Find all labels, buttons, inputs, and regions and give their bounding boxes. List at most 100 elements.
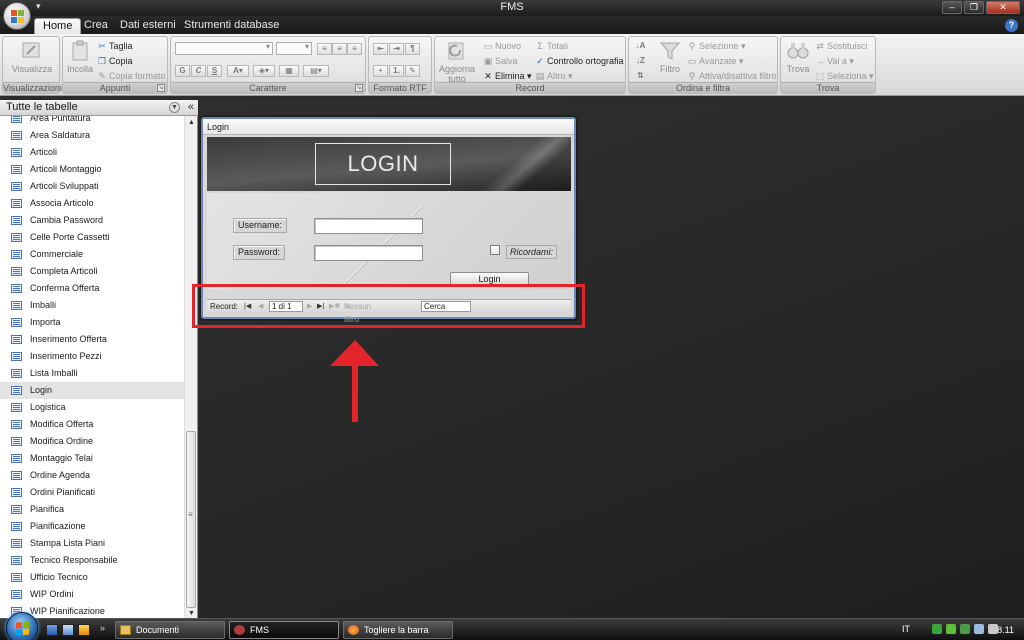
nav-item[interactable]: Login	[0, 382, 184, 399]
nav-item[interactable]: Inserimento Offerta	[0, 331, 184, 348]
align-left-button[interactable]: ≡	[317, 43, 332, 55]
minimize-button[interactable]: –	[942, 1, 962, 14]
format-painter-button[interactable]: ✎ Copia formato	[97, 71, 165, 82]
advanced-filter-button[interactable]: ▭ Avanzate ▾	[687, 56, 744, 67]
select-button[interactable]: ⬚ Seleziona ▾	[815, 71, 874, 82]
indent-increase-button[interactable]: ⇥	[389, 43, 404, 55]
nav-item[interactable]: Lista Imballi	[0, 365, 184, 382]
collapse-pane-icon[interactable]: «	[188, 100, 194, 115]
numbering-button[interactable]: 1.	[389, 65, 404, 77]
nav-item[interactable]: Area Puntatura	[0, 116, 184, 127]
scroll-thumb[interactable]	[186, 431, 196, 608]
nav-item[interactable]: Modifica Ordine	[0, 433, 184, 450]
antivirus-icon[interactable]	[960, 624, 970, 634]
alternate-row-button[interactable]: ▤▾	[303, 65, 329, 77]
chevron-down-icon[interactable]: ▼	[169, 102, 180, 113]
tab-home[interactable]: Home	[34, 18, 82, 34]
font-color-button[interactable]: A▾	[227, 65, 249, 77]
help-icon[interactable]: ?	[1005, 19, 1018, 32]
goto-button[interactable]: → Vai a ▾	[815, 56, 854, 67]
view-button[interactable]: Visualizza	[7, 40, 57, 74]
delete-record-button[interactable]: ✕ Elimina ▾	[483, 71, 531, 82]
nav-item[interactable]: Pianifica	[0, 501, 184, 518]
more-button[interactable]: ▤ Altro ▾	[535, 71, 573, 82]
nav-item[interactable]: Celle Porte Cassetti	[0, 229, 184, 246]
office-button[interactable]	[3, 2, 31, 30]
copy-button[interactable]: ❐ Copia	[97, 56, 133, 67]
show-desktop-icon[interactable]	[46, 624, 58, 636]
username-input[interactable]	[314, 218, 423, 234]
save-record-button[interactable]: ▣ Salva	[483, 56, 518, 67]
update-icon[interactable]	[946, 624, 956, 634]
toggle-filter-button[interactable]: ⚲ Attiva/disattiva filtro	[687, 71, 777, 82]
rtl-button[interactable]: ¶	[405, 43, 420, 55]
task-browser[interactable]: Togliere la barra Rec...	[343, 621, 453, 639]
selection-filter-button[interactable]: ⚲ Selezione ▾	[687, 41, 746, 52]
nav-item[interactable]: Area Saldatura	[0, 127, 184, 144]
nav-item[interactable]: Articoli Sviluppati	[0, 178, 184, 195]
clock[interactable]: 8.11	[997, 625, 1014, 635]
gridlines-button[interactable]: ▦	[279, 65, 299, 77]
switch-windows-icon[interactable]	[62, 624, 74, 636]
nav-scrollbar[interactable]: ▲ ▼	[184, 116, 197, 620]
nav-item[interactable]: Ufficio Tecnico	[0, 569, 184, 586]
nav-item[interactable]: Conferma Offerta	[0, 280, 184, 297]
filter-button[interactable]: Filtro	[653, 40, 687, 74]
password-input[interactable]	[314, 245, 423, 261]
paste-button[interactable]: Incolla	[65, 40, 95, 74]
network-icon[interactable]	[974, 624, 984, 634]
close-button[interactable]: ✕	[986, 1, 1020, 14]
scroll-up-icon[interactable]: ▲	[185, 116, 198, 129]
nav-item[interactable]: Inserimento Pezzi	[0, 348, 184, 365]
fill-color-button[interactable]: ◈▾	[253, 65, 275, 77]
cut-button[interactable]: ✂ Taglia	[97, 41, 132, 52]
spelling-button[interactable]: ✓ Controllo ortografia	[535, 56, 623, 67]
nav-item[interactable]: Associa Articolo	[0, 195, 184, 212]
security-icon[interactable]	[932, 624, 942, 634]
nav-item[interactable]: Articoli Montaggio	[0, 161, 184, 178]
nav-item[interactable]: Cambia Password	[0, 212, 184, 229]
task-fms[interactable]: FMS	[229, 621, 339, 639]
remember-checkbox[interactable]	[490, 245, 500, 255]
nav-pane-header[interactable]: Tutte le tabelle ▼ «	[0, 100, 198, 116]
tab-dati-esterni[interactable]: Dati esterni	[112, 18, 184, 34]
dialog-launcher-icon[interactable]: ↘	[157, 84, 165, 92]
nav-item[interactable]: Montaggio Telai	[0, 450, 184, 467]
italic-button[interactable]: C	[191, 65, 206, 77]
start-button[interactable]	[6, 612, 38, 640]
dialog-launcher-icon[interactable]: ↘	[355, 84, 363, 92]
sort-asc-icon[interactable]: ↓A	[633, 41, 648, 53]
nav-item[interactable]: Imballi	[0, 297, 184, 314]
replace-button[interactable]: ⇄ Sostituisci	[815, 41, 867, 52]
quick-launch-icon[interactable]	[78, 624, 90, 636]
tab-strumenti-database[interactable]: Strumenti database	[176, 18, 287, 34]
restore-button[interactable]: ❐	[964, 1, 984, 14]
nav-item[interactable]: Tecnico Responsabile	[0, 552, 184, 569]
bullets-button[interactable]: •	[373, 65, 388, 77]
nav-item[interactable]: Ordine Agenda	[0, 467, 184, 484]
new-record-button[interactable]: ▭ Nuovo	[483, 41, 521, 52]
totals-button[interactable]: Σ Totali	[535, 41, 568, 52]
sort-desc-icon[interactable]: ↓Z	[633, 56, 648, 68]
align-center-button[interactable]: ≡	[332, 43, 347, 55]
find-button[interactable]: Trova	[783, 40, 813, 74]
nav-item[interactable]: Importa	[0, 314, 184, 331]
quick-launch-more-icon[interactable]: »	[100, 623, 105, 633]
nav-item[interactable]: WIP Ordini	[0, 586, 184, 603]
nav-item[interactable]: Stampa Lista Piani	[0, 535, 184, 552]
font-name-combo[interactable]	[175, 42, 273, 55]
indent-decrease-button[interactable]: ⇤	[373, 43, 388, 55]
nav-item[interactable]: Completa Articoli	[0, 263, 184, 280]
tab-crea[interactable]: Crea	[76, 18, 116, 34]
nav-item[interactable]: Ordini Pianificati	[0, 484, 184, 501]
refresh-all-button[interactable]: Aggiorna tutto	[437, 40, 477, 84]
bold-button[interactable]: G	[175, 65, 190, 77]
nav-item[interactable]: Articoli	[0, 144, 184, 161]
nav-item[interactable]: Modifica Offerta	[0, 416, 184, 433]
language-indicator[interactable]: IT	[902, 624, 910, 634]
task-documenti[interactable]: Documenti	[115, 621, 225, 639]
highlight-button[interactable]: ✎	[405, 65, 420, 77]
nav-item[interactable]: Pianificazione	[0, 518, 184, 535]
font-size-combo[interactable]	[276, 42, 312, 55]
align-right-button[interactable]: ≡	[347, 43, 362, 55]
